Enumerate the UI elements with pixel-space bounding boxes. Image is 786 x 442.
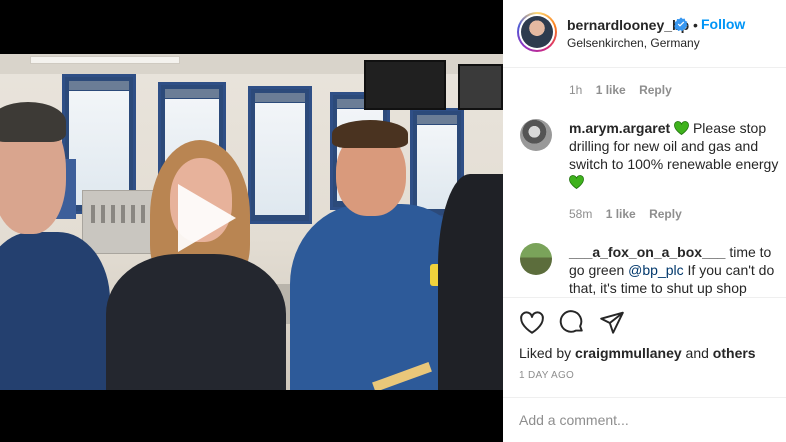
comment-username[interactable]: m.arym.argaret — [569, 120, 670, 136]
mention-link[interactable]: @bp_plc — [628, 262, 683, 278]
comment-body: m.arym.argaret Please stop drilling for … — [569, 119, 779, 191]
window — [248, 86, 312, 224]
avatar[interactable] — [520, 119, 552, 151]
author-username[interactable]: bernardlooney_bp — [567, 17, 689, 33]
avatar[interactable] — [520, 243, 552, 275]
verified-badge-icon — [674, 17, 688, 31]
comment-age[interactable]: 58m — [569, 207, 592, 221]
liked-by: Liked by craigmmullaney and others — [519, 345, 756, 361]
comment-likes[interactable]: 1 like — [596, 83, 626, 97]
reply-button[interactable]: Reply — [649, 207, 682, 221]
comment-meta: 58m 1 like Reply — [569, 207, 682, 221]
avatar[interactable] — [517, 12, 557, 52]
green-heart-icon — [674, 121, 689, 135]
liked-by-prefix: Liked by — [519, 345, 572, 361]
wall-monitor — [458, 64, 503, 110]
action-bar: Liked by craigmmullaney and others 1 day… — [503, 297, 786, 397]
post-timestamp[interactable]: 1 day ago — [519, 370, 574, 381]
liked-by-user[interactable]: craigmmullaney — [575, 345, 682, 361]
comment-icon[interactable] — [559, 310, 585, 336]
comment-likes[interactable]: 1 like — [606, 207, 636, 221]
post-media[interactable] — [0, 0, 503, 442]
liked-by-others[interactable]: others — [713, 345, 756, 361]
separator-dot: • — [693, 17, 698, 33]
comments-list[interactable]: 1h 1 like Reply m.arym.argaret Please st… — [503, 69, 786, 297]
heart-icon[interactable] — [519, 310, 545, 336]
comment-body: ___a_fox_on_a_box___ time to go green @b… — [569, 243, 779, 297]
add-comment-bar — [503, 397, 786, 442]
post-location[interactable]: Gelsenkirchen, Germany — [567, 36, 700, 50]
green-heart-icon — [569, 175, 584, 189]
post-sidebar: bernardlooney_bp • Follow Gelsenkirchen,… — [503, 0, 786, 442]
comment-meta: 1h 1 like Reply — [569, 83, 672, 97]
comment-username[interactable]: ___a_fox_on_a_box___ — [569, 244, 725, 260]
liked-by-and: and — [685, 345, 709, 361]
ceiling-light — [30, 56, 180, 64]
comment-input[interactable] — [519, 410, 769, 430]
post-header: bernardlooney_bp • Follow Gelsenkirchen,… — [503, 0, 786, 68]
reply-button[interactable]: Reply — [639, 83, 672, 97]
comment-age[interactable]: 1h — [569, 83, 582, 97]
play-button[interactable] — [170, 182, 242, 254]
share-icon[interactable] — [599, 310, 625, 336]
play-icon — [178, 184, 236, 252]
follow-button[interactable]: Follow — [701, 16, 745, 32]
video-frame[interactable] — [0, 54, 503, 390]
wall-monitor — [364, 60, 446, 110]
